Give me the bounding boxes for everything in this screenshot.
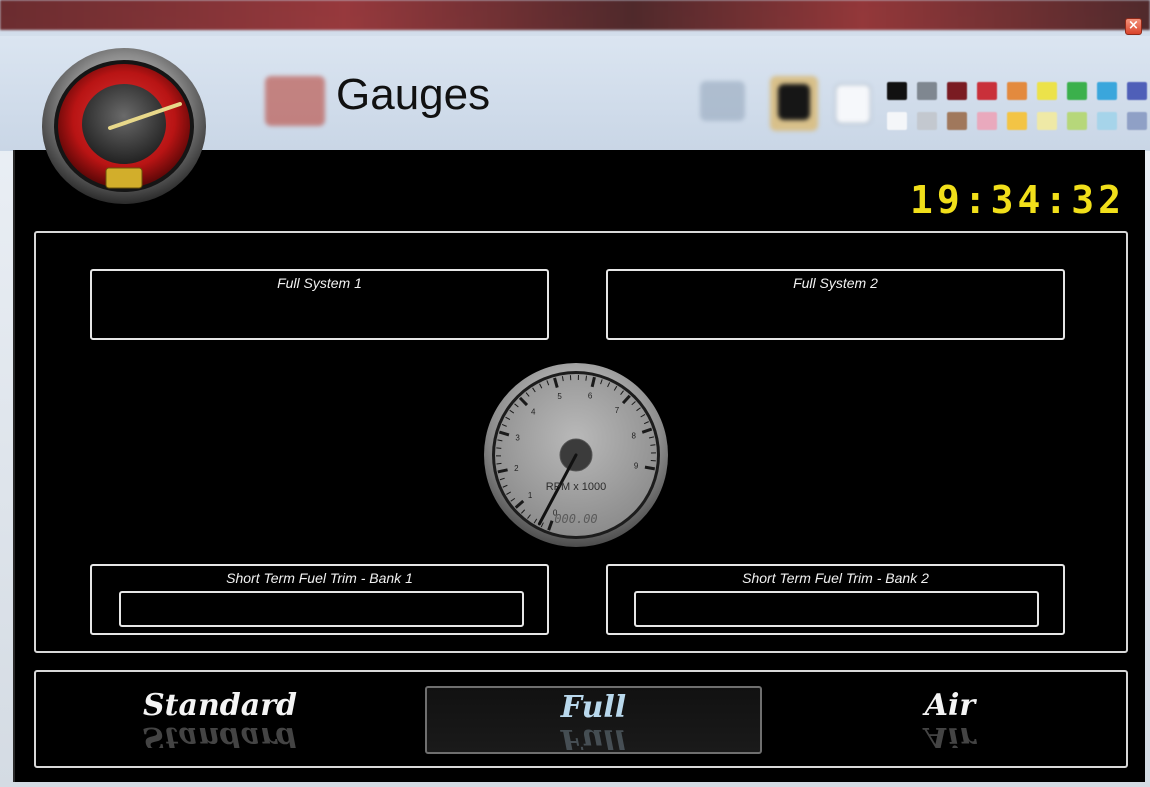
mode-reflection-standard: Standard (143, 726, 297, 748)
mode-label-full: Full (560, 690, 627, 725)
full-system-2-panel: Full System 2 (606, 269, 1065, 340)
stft-bank-2-bar (634, 591, 1039, 627)
rpm-scale-label: 2 (514, 464, 519, 473)
rpm-gauge: 012345 6789 RPM x 1000 000.00 (484, 363, 668, 547)
mode-label-standard: Standard (143, 688, 297, 723)
mode-button-air[interactable]: Air Air (880, 686, 1020, 754)
rpm-scale-label: 1 (528, 491, 533, 500)
rpm-major-tick (497, 468, 508, 474)
background-window-strip (0, 0, 1150, 30)
rpm-scale-label: 5 (557, 392, 562, 401)
full-system-1-panel: Full System 1 (90, 269, 549, 340)
mode-reflection-air: Air (924, 726, 976, 748)
speedometer-icon (42, 48, 206, 204)
digital-clock: 19:34:32 (909, 178, 1125, 222)
rpm-scale-label: 7 (615, 406, 620, 415)
close-icon: × (1128, 18, 1139, 33)
rpm-major-tick (644, 465, 656, 471)
rpm-scale-label: 3 (515, 434, 520, 443)
rpm-minor-tick (650, 444, 656, 446)
stft-bank-2-title: Short Term Fuel Trim - Bank 2 (742, 570, 929, 586)
close-button[interactable]: × (1125, 18, 1142, 35)
full-system-1-title: Full System 1 (277, 275, 362, 291)
full-system-2-title: Full System 2 (793, 275, 878, 291)
stft-bank-1-bar (119, 591, 524, 627)
stft-bank-1-title: Short Term Fuel Trim - Bank 1 (226, 570, 413, 586)
rpm-gauge-label: RPM x 1000 (546, 481, 607, 493)
mode-button-standard[interactable]: Standard Standard (130, 686, 310, 754)
mode-label-air: Air (924, 688, 976, 723)
mode-button-full[interactable]: Full Full (425, 686, 762, 754)
rpm-minor-tick (496, 462, 502, 465)
rpm-readout: 000.00 (554, 512, 597, 526)
mode-reflection-full: Full (560, 728, 627, 750)
rpm-scale-label: 6 (588, 392, 593, 401)
rpm-scale-label: 8 (631, 431, 636, 440)
rpm-minor-tick (585, 375, 588, 381)
app-title: Gauges (336, 70, 491, 119)
rpm-scale-label: 4 (531, 407, 536, 416)
rpm-scale-label: 9 (634, 462, 639, 471)
